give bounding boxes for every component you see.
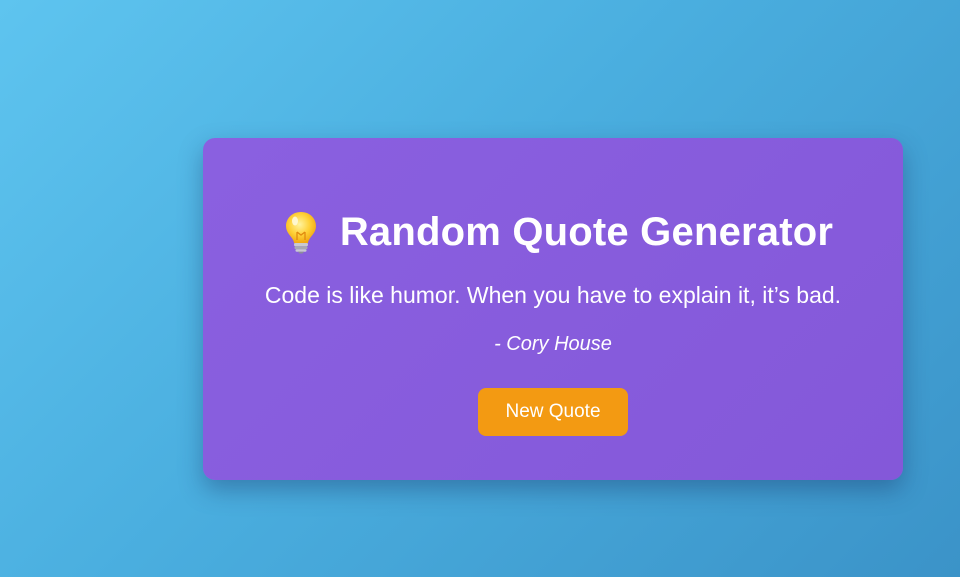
title-row: Random Quote Generator (203, 206, 903, 258)
lightbulb-icon (285, 212, 316, 254)
quote-text: Code is like humor. When you have to exp… (264, 282, 842, 308)
new-quote-button[interactable]: New Quote (478, 388, 628, 436)
quote-author: - Cory House (494, 333, 612, 355)
app-title: Random Quote Generator (339, 210, 834, 254)
quote-card: Random Quote Generator Code is like humo… (203, 138, 903, 480)
